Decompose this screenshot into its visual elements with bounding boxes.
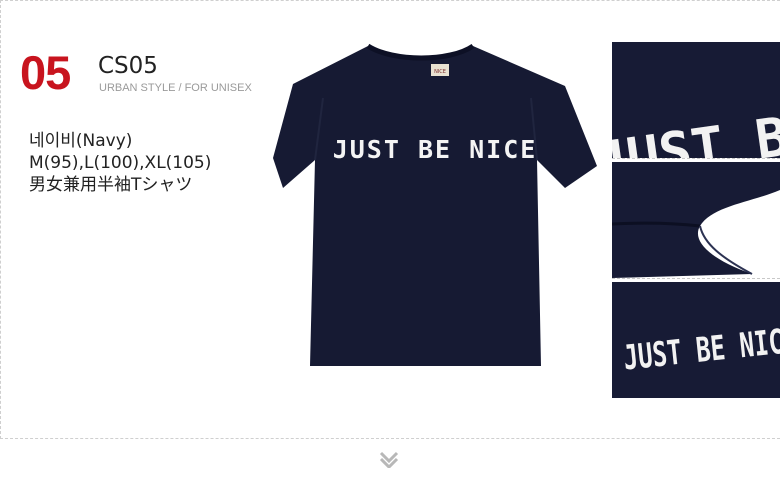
product-number: 05 (20, 46, 71, 99)
shirt-print-text: JUST BE NICE (333, 135, 538, 164)
spec-sizes: M(95),L(100),XL(105) (29, 153, 212, 173)
product-specs: 네이비(Navy) M(95),L(100),XL(105) 男女兼用半袖Tシャ… (29, 130, 211, 196)
chevron-down-icon[interactable] (378, 450, 400, 470)
product-code: CS05 (98, 53, 158, 79)
detail-thumb-sleeve[interactable] (612, 162, 780, 278)
product-subtitle: URBAN STYLE / FOR UNISEX (99, 82, 252, 94)
detail-thumb-print-closeup[interactable]: JUST BE NICE (612, 282, 780, 398)
spec-type: 男女兼用半袖Tシャツ (29, 175, 193, 195)
tshirt-illustration: NICE JUST BE NICE (273, 43, 597, 366)
tshirt-image[interactable]: NICE JUST BE NICE (265, 38, 605, 368)
spec-color: 네이비(Navy) (29, 131, 133, 151)
neck-label: NICE (434, 69, 446, 75)
detail-thumb-print[interactable]: JUST B (612, 42, 780, 158)
